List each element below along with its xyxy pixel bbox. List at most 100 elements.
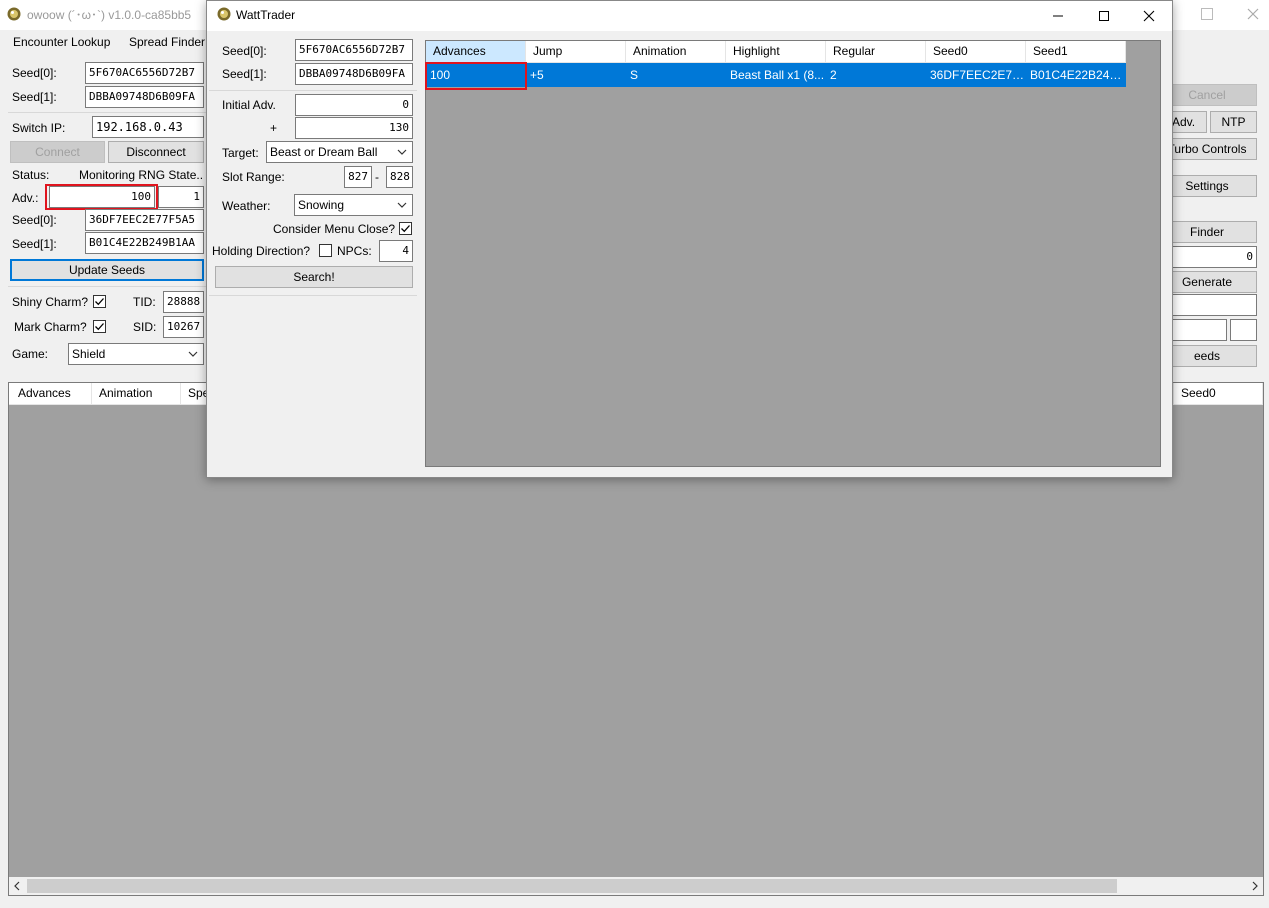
cell-advances[interactable]: 100 — [426, 63, 526, 87]
max-adv-input[interactable]: 130 — [295, 117, 413, 139]
scroll-left-icon[interactable] — [12, 880, 22, 895]
close-icon[interactable] — [1126, 1, 1172, 31]
seed1-label: Seed[1]: — [12, 90, 57, 104]
ntp-button[interactable]: NTP — [1210, 111, 1257, 133]
main-close-icon[interactable] — [1246, 7, 1260, 21]
watt-seed1-label: Seed[1]: — [222, 67, 267, 81]
weather-label: Weather: — [222, 199, 271, 213]
header-seed0[interactable]: Seed0 — [926, 41, 1026, 63]
slot-min-input[interactable]: 827 — [344, 166, 372, 188]
sid-input[interactable]: 10267 — [163, 316, 204, 338]
cell-regular[interactable]: 2 — [826, 63, 926, 87]
table-row[interactable]: 100 +5 S Beast Ball x1 (8... 2 36DF7EEC2… — [426, 63, 1126, 87]
weather-select-value: Snowing — [298, 198, 345, 212]
cell-animation[interactable]: S — [626, 63, 726, 87]
menu-close-label: Consider Menu Close? — [273, 222, 396, 236]
cell-seed0[interactable]: 36DF7EEC2E77F... — [926, 63, 1026, 87]
right-input-3[interactable] — [1230, 319, 1257, 341]
current-seed1-value: B01C4E22B249B1AA — [85, 232, 204, 254]
watt-seed0-input[interactable]: 5F670AC6556D72B7 — [295, 39, 413, 61]
adv-input[interactable]: 100 — [49, 186, 155, 208]
watt-window-title: WattTrader — [236, 8, 296, 22]
seed1-input[interactable]: DBBA09748D6B09FA — [85, 86, 204, 108]
main-window-title: owoow (´･ω･`) v1.0.0-ca85bb5 — [27, 8, 192, 22]
switch-ip-label: Switch IP: — [12, 121, 66, 135]
watt-form-panel: Seed[0]: 5F670AC6556D72B7 Seed[1]: DBBA0… — [207, 31, 419, 477]
chevron-down-icon — [396, 198, 408, 212]
status-value: Monitoring RNG State... — [79, 168, 204, 182]
connect-button[interactable]: Connect — [10, 141, 105, 163]
cell-seed1[interactable]: B01C4E22B249B... — [1026, 63, 1126, 87]
npcs-label: NPCs: — [337, 244, 372, 258]
npcs-input[interactable]: 4 — [379, 240, 413, 262]
main-maximize-icon[interactable] — [1201, 8, 1213, 20]
watt-app-icon — [217, 7, 231, 21]
shiny-charm-label: Shiny Charm? — [12, 295, 89, 309]
chevron-down-icon — [187, 347, 199, 361]
weather-select[interactable]: Snowing — [294, 194, 413, 216]
target-select-value: Beast or Dream Ball — [270, 145, 378, 159]
horizontal-scrollbar[interactable] — [9, 877, 1263, 895]
holding-direction-checkbox[interactable] — [319, 244, 332, 257]
mark-charm-label: Mark Charm? — [14, 320, 87, 334]
slot-range-label: Slot Range: — [222, 170, 285, 184]
divider — [8, 112, 206, 113]
divider — [209, 295, 417, 296]
update-seeds-button[interactable]: Update Seeds — [10, 259, 204, 281]
shiny-charm-checkbox[interactable] — [93, 295, 106, 308]
watt-trader-window: WattTrader Seed[0]: 5F670AC6556D72B7 See… — [206, 0, 1173, 478]
initial-adv-label: Initial Adv. — [222, 98, 276, 112]
header-seed1[interactable]: Seed1 — [1026, 41, 1126, 63]
target-label: Target: — [222, 146, 259, 160]
minimize-icon[interactable] — [1035, 1, 1081, 31]
chevron-down-icon — [396, 145, 408, 159]
sid-label: SID: — [133, 320, 157, 334]
divider — [209, 90, 417, 91]
cell-jump[interactable]: +5 — [526, 63, 626, 87]
target-select[interactable]: Beast or Dream Ball — [266, 141, 413, 163]
header-advances[interactable]: Advances — [426, 41, 526, 63]
watt-title-bar: WattTrader — [207, 1, 1172, 31]
header-highlight[interactable]: Highlight — [726, 41, 826, 63]
game-select-value: Shield — [72, 347, 106, 361]
header-jump[interactable]: Jump — [526, 41, 626, 63]
watt-seed1-input[interactable]: DBBA09748D6B09FA — [295, 63, 413, 85]
tid-input[interactable]: 28888 — [163, 291, 204, 313]
adv-label: Adv.: — [12, 191, 39, 205]
cell-highlight[interactable]: Beast Ball x1 (8... — [726, 63, 826, 87]
mark-charm-checkbox[interactable] — [93, 320, 106, 333]
divider — [8, 286, 206, 287]
current-seed0-value: 36DF7EEC2E77F5A5 — [85, 209, 204, 231]
main-grid-header-seed0[interactable]: Seed0 — [1173, 383, 1263, 405]
slot-max-input[interactable]: 828 — [386, 166, 413, 188]
scroll-thumb[interactable] — [27, 879, 1117, 893]
watt-seed0-label: Seed[0]: — [222, 44, 267, 58]
menu-close-checkbox[interactable] — [399, 222, 412, 235]
watt-results-grid[interactable]: Advances Jump Animation Highlight Regula… — [425, 40, 1161, 467]
holding-direction-label: Holding Direction? — [212, 244, 311, 258]
main-grid-header-animation[interactable]: Animation — [92, 383, 181, 405]
current-seed1-label: Seed[1]: — [12, 237, 57, 251]
status-label: Status: — [12, 168, 50, 182]
initial-adv-input[interactable]: 0 — [295, 94, 413, 116]
tid-label: TID: — [133, 295, 156, 309]
main-grid-header-advances[interactable]: Advances — [9, 383, 92, 405]
watt-grid-header: Advances Jump Animation Highlight Regula… — [426, 41, 1126, 63]
current-seed0-label: Seed[0]: — [12, 213, 57, 227]
disconnect-button[interactable]: Disconnect — [108, 141, 204, 163]
seed0-input[interactable]: 5F670AC6556D72B7 — [85, 62, 204, 84]
game-label: Game: — [12, 347, 49, 361]
game-select[interactable]: Shield — [68, 343, 204, 365]
menu-spread-finder[interactable]: Spread Finder — [129, 34, 205, 50]
header-regular[interactable]: Regular — [826, 41, 926, 63]
header-animation[interactable]: Animation — [626, 41, 726, 63]
slot-dash: - — [375, 170, 379, 184]
maximize-icon[interactable] — [1081, 1, 1127, 31]
plus-label: + — [270, 121, 278, 135]
scroll-right-icon[interactable] — [1250, 880, 1260, 895]
switch-ip-input[interactable]: 192.168.0.43 — [92, 116, 204, 138]
search-button[interactable]: Search! — [215, 266, 413, 288]
app-icon — [7, 7, 21, 21]
menu-encounter-lookup[interactable]: Encounter Lookup — [13, 34, 110, 50]
adv-step-input[interactable]: 1 — [158, 186, 204, 208]
